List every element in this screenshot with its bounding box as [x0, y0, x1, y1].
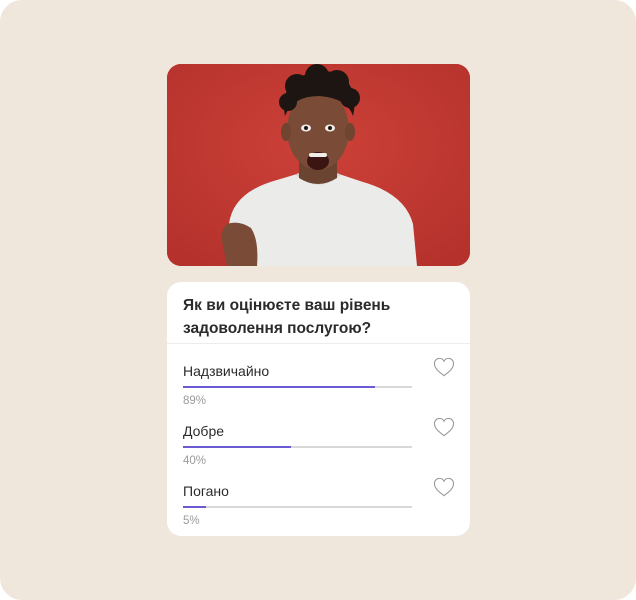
- poll-option[interactable]: Погано 5%: [183, 477, 470, 542]
- heart-icon[interactable]: [433, 477, 455, 497]
- option-percent: 40%: [183, 455, 207, 467]
- option-label: Добре: [183, 423, 225, 439]
- option-percent: 89%: [183, 395, 207, 407]
- progress-track: [183, 446, 412, 448]
- poll-card: Як ви оцінюєте ваш рівень задоволення по…: [167, 282, 470, 536]
- divider: [167, 343, 470, 344]
- option-percent: 5%: [183, 515, 200, 527]
- progress-fill: [183, 506, 206, 508]
- heart-icon[interactable]: [433, 417, 455, 437]
- option-label: Надзвичайно: [183, 363, 270, 379]
- poll-option[interactable]: Добре 40%: [183, 417, 470, 482]
- poll-question: Як ви оцінюєте ваш рівень задоволення по…: [183, 297, 391, 337]
- progress-fill: [183, 386, 376, 388]
- poll-widget-background: Як ви оцінюєте ваш рівень задоволення по…: [0, 0, 636, 600]
- progress-track: [183, 506, 412, 508]
- progress-fill: [183, 446, 291, 448]
- poll-option[interactable]: Надзвичайно 89%: [183, 357, 470, 422]
- poll-photo: [167, 64, 470, 266]
- option-label: Погано: [183, 483, 229, 499]
- heart-icon[interactable]: [433, 357, 455, 377]
- progress-track: [183, 386, 412, 388]
